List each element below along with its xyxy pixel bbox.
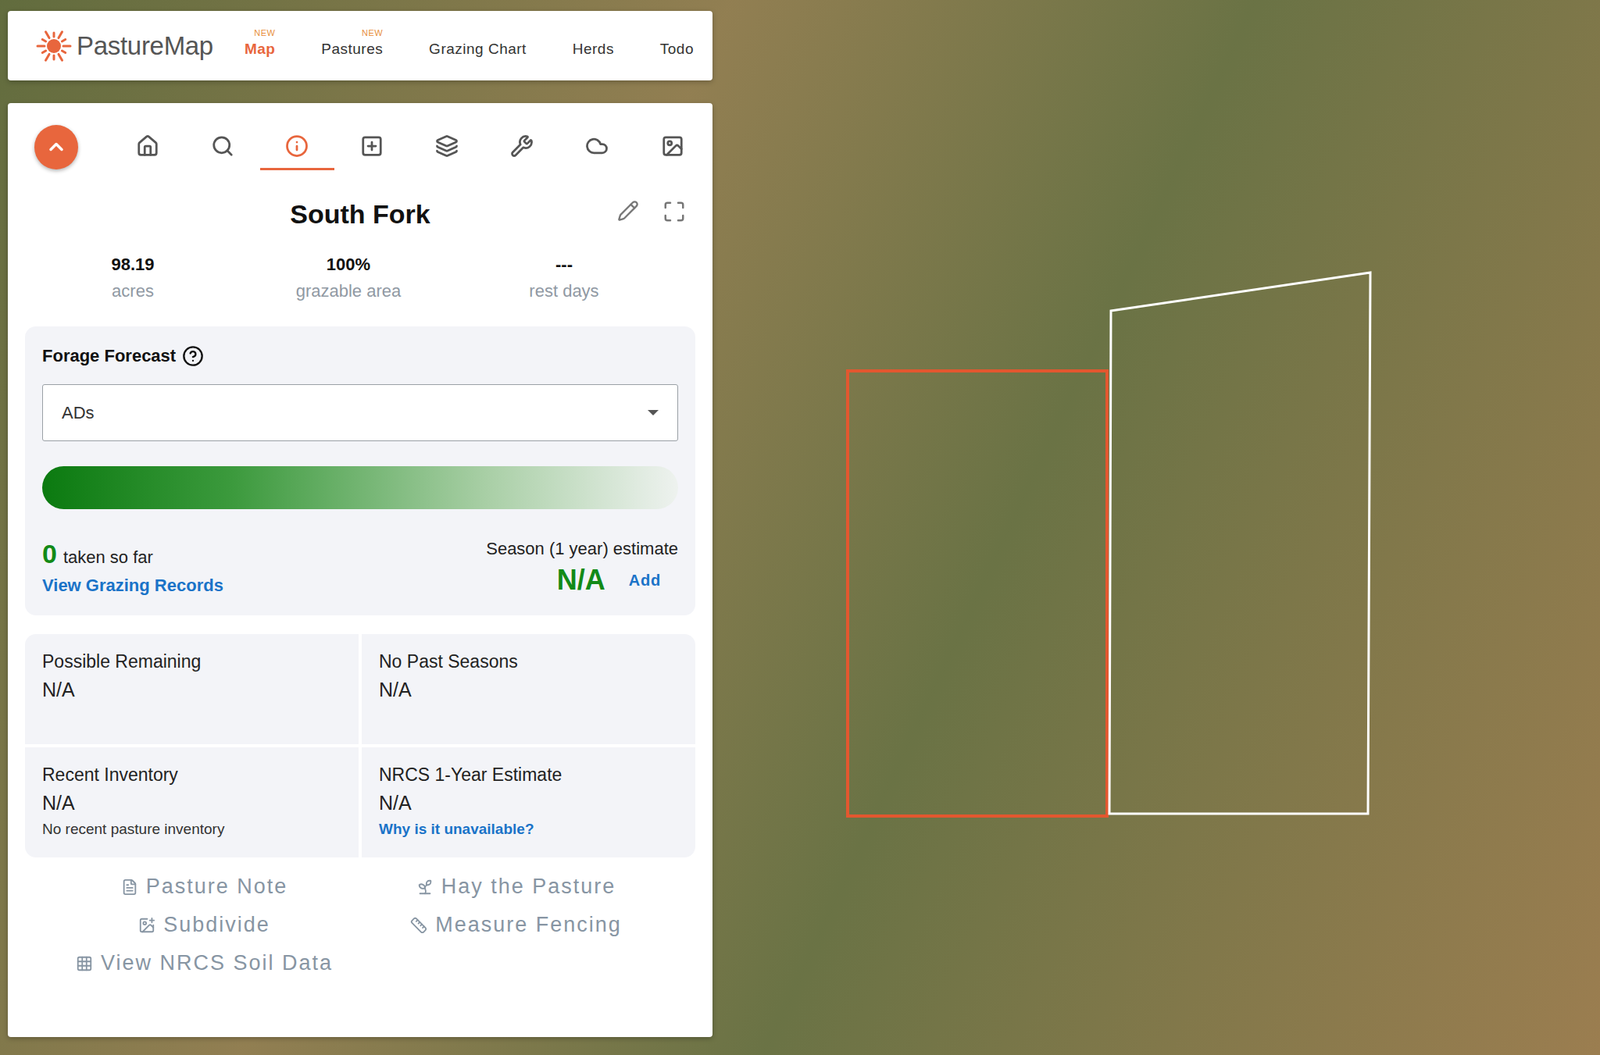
cloud-icon xyxy=(585,134,609,158)
add-box-icon xyxy=(360,134,384,158)
logo-text: PastureMap xyxy=(76,31,214,61)
title-row: South Fork xyxy=(25,196,696,232)
stat-value: 100% xyxy=(326,254,371,275)
card-label: No Past Seasons xyxy=(378,651,679,673)
stat-label: grazable area xyxy=(296,281,402,302)
card-value: N/A xyxy=(42,678,342,702)
grazing-records-link[interactable]: View Grazing Records xyxy=(42,575,224,597)
edit-button[interactable] xyxy=(617,200,640,224)
expand-icon xyxy=(662,200,686,224)
logo[interactable]: PastureMap xyxy=(35,28,214,65)
forecast-bar xyxy=(42,466,679,510)
page: PastureMap NEWMap NEWPastures Grazing Chart… xyxy=(0,0,1600,1055)
main-nav: NEWMap NEWPastures Grazing Chart Herds Todo xyxy=(244,34,694,58)
toolbar-button[interactable] xyxy=(649,123,696,171)
nav-item[interactable]: Grazing Chart xyxy=(428,34,527,58)
image-plus-icon xyxy=(138,917,156,935)
taken-column: 0taken so far View Grazing Records xyxy=(42,539,224,597)
pasture-boundary[interactable] xyxy=(847,371,1108,817)
toolbar-button[interactable] xyxy=(199,123,246,171)
ruler-icon xyxy=(410,917,428,935)
card-value: N/A xyxy=(42,792,342,815)
image-icon xyxy=(660,134,685,158)
chevron-up-icon xyxy=(45,135,68,158)
collapse-button[interactable] xyxy=(34,125,79,170)
nav-item[interactable]: NEWMap xyxy=(244,34,276,58)
search-icon xyxy=(210,134,235,158)
stat: --- rest days xyxy=(456,254,672,302)
stat-label: acres xyxy=(111,281,154,302)
pasture-panel: South Fork 98.19 acres 100% grazable area ---… xyxy=(7,103,713,1038)
forage-forecast-card: Forage Forecast ADs 0taken so far View Graz… xyxy=(25,326,696,616)
title-actions xyxy=(617,200,686,224)
estimate-card: Recent Inventory N/A No recent pasture inv… xyxy=(25,747,359,858)
card-label: Possible Remaining xyxy=(42,651,342,673)
info-icon xyxy=(285,134,309,158)
new-badge: NEW xyxy=(253,28,275,38)
card-value: N/A xyxy=(378,792,679,815)
card-label: Recent Inventory xyxy=(42,764,342,786)
pencil-icon xyxy=(617,200,640,222)
action-link[interactable]: Measure Fencing xyxy=(360,913,672,938)
toolbar-button[interactable] xyxy=(349,123,396,171)
taken-value: 0 xyxy=(42,539,58,570)
stat-value: 98.19 xyxy=(110,254,154,275)
estimate-card: No Past Seasons N/A xyxy=(361,634,696,745)
action-link[interactable]: Pasture Note xyxy=(48,875,361,900)
action-link[interactable]: View NRCS Soil Data xyxy=(48,951,361,976)
pasture-title: South Fork xyxy=(289,199,430,230)
action-link[interactable]: Hay the Pasture xyxy=(360,875,672,900)
toolbar-button[interactable] xyxy=(124,123,171,171)
estimate-card: NRCS 1-Year Estimate N/A Why is it unavail… xyxy=(361,747,696,858)
toolbar-button[interactable] xyxy=(424,123,471,171)
estimate-grid: Possible RemainingN/ANo Past SeasonsN/AR… xyxy=(25,634,696,858)
nav-item[interactable]: Todo xyxy=(660,34,694,58)
add-link[interactable]: Add xyxy=(628,571,661,590)
season-row: N/A Add xyxy=(557,564,679,597)
toolbar-button[interactable] xyxy=(499,123,546,171)
panel-toolbar xyxy=(25,123,696,171)
action-link[interactable]: Subdivide xyxy=(48,913,361,938)
estimate-card: Possible Remaining N/A xyxy=(25,634,359,745)
nav-item[interactable]: Herds xyxy=(572,34,615,58)
season-label: Season (1 year) estimate xyxy=(485,539,679,560)
forecast-summary: 0taken so far View Grazing Records Season … xyxy=(42,539,679,597)
layers-icon xyxy=(435,134,459,158)
help-icon[interactable] xyxy=(182,345,204,368)
stat-label: rest days xyxy=(528,281,599,302)
expand-button[interactable] xyxy=(662,200,686,224)
card-label: NRCS 1-Year Estimate xyxy=(378,764,679,786)
nav-item[interactable]: NEWPastures xyxy=(321,34,383,58)
new-badge: NEW xyxy=(361,28,383,38)
card-value: N/A xyxy=(378,678,679,702)
card-link[interactable]: Why is it unavailable? xyxy=(378,821,679,839)
stat: 98.19 acres xyxy=(25,254,241,302)
season-value: N/A xyxy=(557,564,606,597)
pasture-boundary[interactable] xyxy=(1109,272,1371,815)
dropdown-icon xyxy=(647,410,659,416)
note-icon xyxy=(121,878,139,897)
pasture-actions: Pasture NoteHay the Pasture SubdivideMeas… xyxy=(25,875,696,976)
home-icon xyxy=(135,134,160,158)
season-column: Season (1 year) estimate N/A Add xyxy=(485,539,679,597)
sun-logo-icon xyxy=(35,28,72,65)
toolbar-button[interactable] xyxy=(260,123,334,171)
toolbar-button[interactable] xyxy=(574,123,621,171)
forecast-title: Forage Forecast xyxy=(42,345,679,368)
pasture-stats: 98.19 acres 100% grazable area --- rest days xyxy=(25,254,696,302)
wrench-icon xyxy=(510,134,534,158)
stat-value: --- xyxy=(555,254,573,275)
stat: 100% grazable area xyxy=(240,254,457,302)
taken-line: 0taken so far xyxy=(42,539,224,570)
unit-select[interactable]: ADs xyxy=(42,384,679,442)
grid-icon xyxy=(75,955,93,973)
card-note: No recent pasture inventory xyxy=(42,821,342,839)
sprout-icon xyxy=(416,878,434,897)
top-bar: PastureMap NEWMap NEWPastures Grazing Chart… xyxy=(7,10,713,81)
